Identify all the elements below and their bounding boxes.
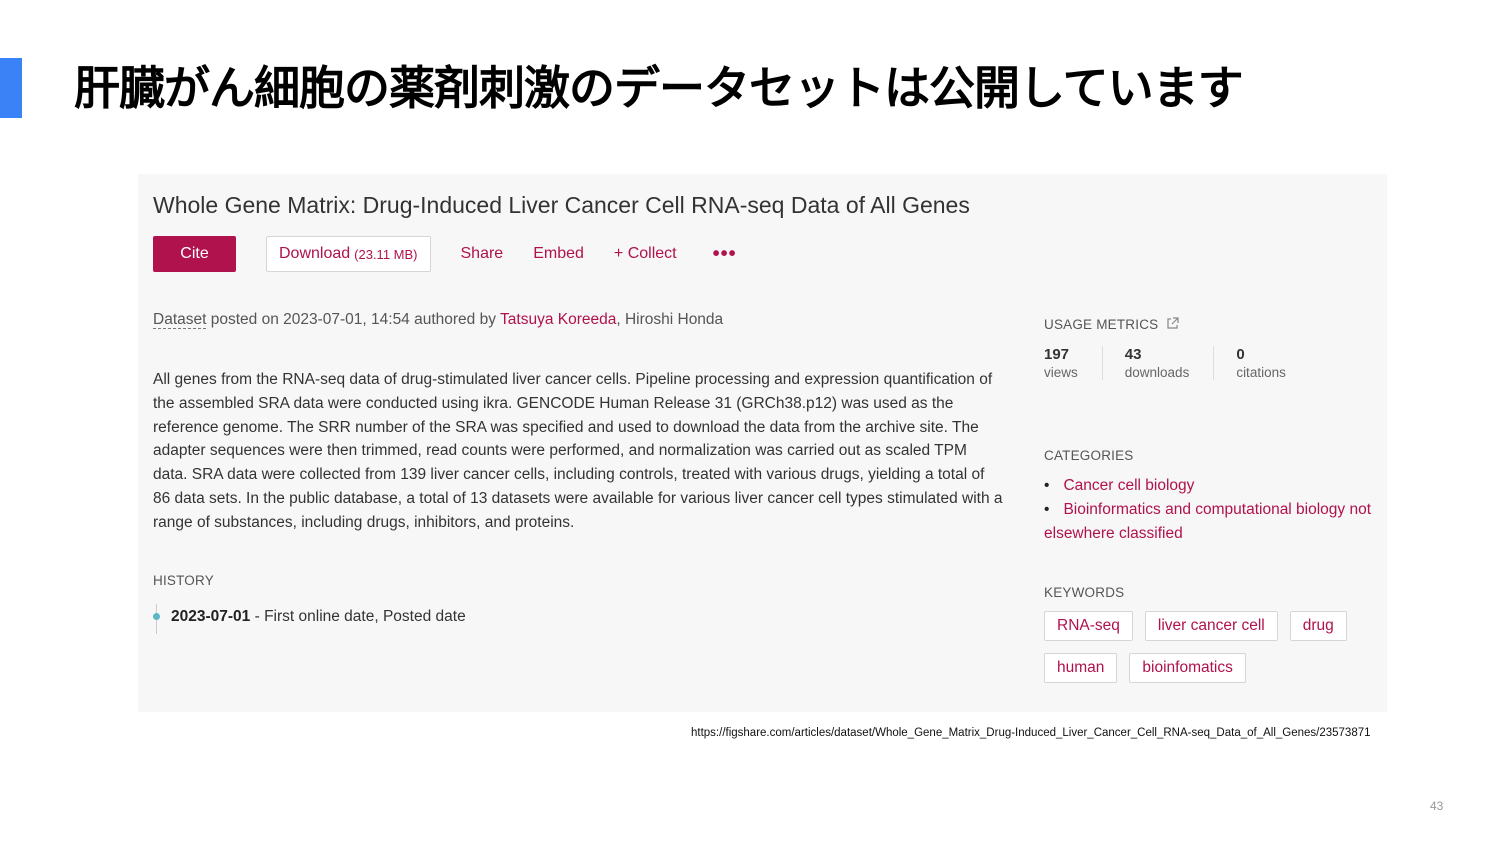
title-accent-bar: [0, 58, 22, 118]
collect-button[interactable]: + Collect: [614, 245, 677, 263]
co-author: , Hiroshi Honda: [616, 311, 724, 328]
byline: Dataset posted on 2023-07-01, 14:54 auth…: [153, 311, 723, 329]
category-link[interactable]: Cancer cell biology: [1063, 477, 1194, 494]
history-entry: 2023-07-01 - First online date, Posted d…: [171, 608, 466, 626]
dataset-description: All genes from the RNA-seq data of drug-…: [153, 371, 1003, 531]
keyword-tag[interactable]: RNA-seq: [1044, 611, 1133, 641]
download-label: Download: [279, 245, 351, 262]
embed-button[interactable]: Embed: [533, 245, 584, 263]
category-link[interactable]: Bioinformatics and computational biology…: [1044, 501, 1371, 542]
usage-metrics: 197 views 43 downloads 0 citations: [1044, 346, 1310, 380]
history-timeline-dot: [153, 613, 160, 620]
metric-label: views: [1044, 365, 1078, 380]
history-date: 2023-07-01: [171, 608, 251, 625]
keyword-tag[interactable]: liver cancer cell: [1144, 611, 1278, 641]
usage-metrics-heading[interactable]: USAGE METRICS: [1044, 317, 1179, 332]
history-heading: HISTORY: [153, 573, 214, 588]
item-type-label[interactable]: Dataset: [153, 311, 207, 329]
bullet: •: [1044, 477, 1050, 494]
figshare-screenshot-panel: Whole Gene Matrix: Drug-Induced Liver Ca…: [138, 174, 1387, 712]
metric-value: 197: [1044, 346, 1070, 363]
source-url: https://figshare.com/articles/dataset/Wh…: [691, 727, 1371, 739]
metric-downloads: 43 downloads: [1101, 346, 1214, 380]
category-item[interactable]: • Cancer cell biology: [1044, 474, 1389, 498]
category-list: • Cancer cell biology • Bioinformatics and…: [1044, 474, 1389, 546]
cite-button[interactable]: Cite: [153, 236, 236, 272]
keyword-tag[interactable]: drug: [1289, 611, 1347, 641]
metric-label: downloads: [1124, 365, 1190, 380]
metric-views: 197 views: [1044, 346, 1102, 380]
keyword-tag[interactable]: bioinfomatics: [1129, 653, 1246, 683]
keyword-tag[interactable]: human: [1044, 653, 1118, 683]
download-size: (23.11 MB): [354, 246, 418, 262]
page-number: 43: [1430, 799, 1444, 813]
categories-heading: CATEGORIES: [1044, 448, 1134, 463]
action-toolbar: Cite Download (23.11 MB) Share Embed + C…: [153, 236, 737, 272]
history-text: - First online date, Posted date: [250, 608, 466, 625]
slide-title: 肝臓がん細胞の薬剤刺激のデータセットは公開しています: [74, 61, 1244, 115]
metric-label: citations: [1236, 365, 1286, 380]
metric-citations: 0 citations: [1213, 346, 1310, 380]
usage-metrics-label: USAGE METRICS: [1044, 317, 1159, 332]
more-options-icon[interactable]: •••: [713, 243, 737, 266]
dataset-title: Whole Gene Matrix: Drug-Induced Liver Ca…: [153, 192, 970, 218]
metric-value: 0: [1236, 346, 1245, 363]
keyword-list: RNA-seq liver cancer cell drug human bio…: [1044, 611, 1384, 695]
bullet: •: [1044, 501, 1050, 518]
posted-text: posted on 2023-07-01, 14:54 authored by: [206, 311, 501, 328]
keywords-heading: KEYWORDS: [1044, 585, 1125, 600]
share-button[interactable]: Share: [461, 245, 504, 263]
category-item[interactable]: • Bioinformatics and computational biolog…: [1044, 498, 1389, 546]
author-link[interactable]: Tatsuya Koreeda: [500, 311, 616, 328]
external-link-icon: [1167, 317, 1179, 329]
metric-value: 43: [1124, 346, 1142, 363]
download-button[interactable]: Download (23.11 MB): [266, 236, 431, 272]
